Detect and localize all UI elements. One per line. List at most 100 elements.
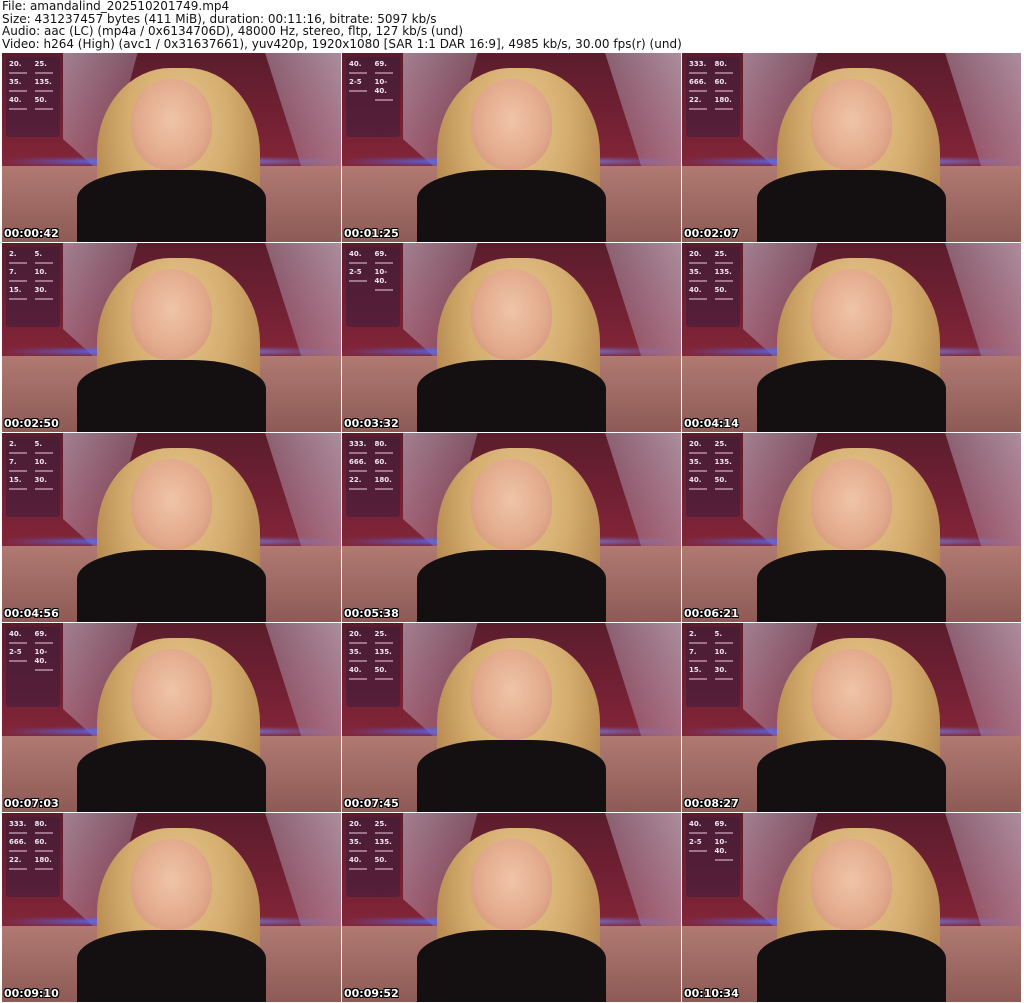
face — [130, 839, 213, 931]
tip-menu-overlay: 333. 80. 666. 60. 22. 180. — [686, 57, 740, 137]
video-frame-thumbnail: 2. 5. 7. 10. 15. 30. 00:08:27 — [682, 623, 1021, 812]
black-top — [416, 930, 607, 1002]
tip-menu-value: 40. — [9, 96, 32, 114]
video-frame-thumbnail: 20. 25. 35. 135. 40. 50. 00:09:52 — [342, 813, 681, 1002]
tip-menu-overlay: 40. 69. 2-5 10-40. — [346, 57, 400, 137]
tip-menu-value: 2-5 — [349, 268, 372, 286]
tip-menu-value: 10. — [715, 648, 738, 666]
tip-menu-value: 69. — [35, 630, 58, 648]
tip-menu-value: 60. — [375, 458, 398, 476]
tip-menu-value: 69. — [715, 820, 738, 838]
timestamp-label: 00:10:34 — [684, 987, 739, 1000]
timestamp-label: 00:00:42 — [4, 227, 59, 240]
tip-menu-value: 5. — [35, 250, 58, 268]
black-top — [416, 170, 607, 242]
tip-menu-value: 135. — [715, 268, 738, 286]
tip-menu-value: 35. — [349, 838, 372, 856]
tip-menu-overlay: 2. 5. 7. 10. 15. 30. — [6, 437, 60, 517]
file-name-line: File: amandalind_202510201749.mp4 — [2, 0, 230, 13]
tip-menu-value: 333. — [689, 60, 712, 78]
tip-menu-value: 15. — [689, 666, 712, 684]
tip-menu-overlay: 40. 69. 2-5 10-40. — [686, 817, 740, 897]
tip-menu-value: 80. — [35, 820, 58, 838]
tip-menu-value: 22. — [689, 96, 712, 114]
tip-menu-value: 2-5 — [9, 648, 32, 666]
face — [470, 839, 553, 931]
black-top — [756, 930, 947, 1002]
video-frame-thumbnail: 20. 25. 35. 135. 40. 50. 00:06:21 — [682, 433, 1021, 622]
tip-menu-value: 10-40. — [375, 78, 398, 96]
tip-menu-value: 69. — [375, 60, 398, 78]
tip-menu-value: 135. — [715, 458, 738, 476]
tip-menu-value: 7. — [689, 648, 712, 666]
black-top — [76, 550, 267, 622]
tip-menu-value: 180. — [715, 96, 738, 114]
tip-menu-value: 20. — [9, 60, 32, 78]
tip-menu-value: 25. — [35, 60, 58, 78]
face — [130, 79, 213, 171]
tip-menu-value: 15. — [9, 286, 32, 304]
tip-menu-value: 50. — [715, 476, 738, 494]
timestamp-label: 00:06:21 — [684, 607, 739, 620]
black-top — [416, 550, 607, 622]
tip-menu-overlay: 20. 25. 35. 135. 40. 50. — [686, 247, 740, 327]
timestamp-label: 00:02:50 — [4, 417, 59, 430]
tip-menu-value: 80. — [715, 60, 738, 78]
tip-menu-overlay: 40. 69. 2-5 10-40. — [346, 247, 400, 327]
tip-menu-value: 30. — [715, 666, 738, 684]
tip-menu-overlay: 20. 25. 35. 135. 40. 50. — [6, 57, 60, 137]
tip-menu-value: 25. — [375, 630, 398, 648]
tip-menu-overlay: 2. 5. 7. 10. 15. 30. — [686, 627, 740, 707]
tip-menu-overlay: 333. 80. 666. 60. 22. 180. — [346, 437, 400, 517]
tip-menu-overlay: 40. 69. 2-5 10-40. — [6, 627, 60, 707]
video-frame-thumbnail: 40. 69. 2-5 10-40. 00:01:25 — [342, 53, 681, 242]
video-frame-thumbnail: 20. 25. 35. 135. 40. 50. 00:07:45 — [342, 623, 681, 812]
tip-menu-value: 10-40. — [715, 838, 738, 856]
tip-menu-value: 2-5 — [689, 838, 712, 856]
tip-menu-value: 35. — [689, 268, 712, 286]
face — [810, 79, 893, 171]
black-top — [756, 740, 947, 812]
tip-menu-value: 2. — [689, 630, 712, 648]
tip-menu-value: 25. — [375, 820, 398, 838]
tip-menu-value: 15. — [9, 476, 32, 494]
tip-menu-value: 30. — [35, 286, 58, 304]
tip-menu-value: 40. — [349, 856, 372, 874]
tip-menu-value: 60. — [35, 838, 58, 856]
tip-menu-value: 40. — [9, 630, 32, 648]
tip-menu-value: 666. — [9, 838, 32, 856]
video-frame-thumbnail: 20. 25. 35. 135. 40. 50. 00:00:42 — [2, 53, 341, 242]
video-frame-thumbnail: 40. 69. 2-5 10-40. 00:03:32 — [342, 243, 681, 432]
face — [810, 839, 893, 931]
tip-menu-value: 180. — [375, 476, 398, 494]
tip-menu-value: 20. — [689, 250, 712, 268]
black-top — [76, 740, 267, 812]
video-frame-thumbnail: 2. 5. 7. 10. 15. 30. 00:02:50 — [2, 243, 341, 432]
tip-menu-value: 10. — [35, 458, 58, 476]
tip-menu-value: 5. — [715, 630, 738, 648]
tip-menu-value: 2-5 — [349, 78, 372, 96]
tip-menu-overlay: 2. 5. 7. 10. 15. 30. — [6, 247, 60, 327]
tip-menu-value: 50. — [35, 96, 58, 114]
video-frame-thumbnail: 40. 69. 2-5 10-40. 00:07:03 — [2, 623, 341, 812]
timestamp-label: 00:04:14 — [684, 417, 739, 430]
tip-menu-value: 22. — [349, 476, 372, 494]
timestamp-label: 00:04:56 — [4, 607, 59, 620]
tip-menu-overlay: 20. 25. 35. 135. 40. 50. — [686, 437, 740, 517]
tip-menu-value: 20. — [349, 820, 372, 838]
tip-menu-value: 50. — [375, 856, 398, 874]
video-frame-thumbnail: 20. 25. 35. 135. 40. 50. 00:04:14 — [682, 243, 1021, 432]
timestamp-label: 00:02:07 — [684, 227, 739, 240]
tip-menu-value: 60. — [715, 78, 738, 96]
black-top — [756, 170, 947, 242]
tip-menu-value: 666. — [689, 78, 712, 96]
audio-info-line: Audio: aac (LC) (mp4a / 0x6134706D), 480… — [2, 24, 464, 39]
face — [130, 459, 213, 551]
timestamp-label: 00:05:38 — [344, 607, 399, 620]
timestamp-label: 00:09:10 — [4, 987, 59, 1000]
video-frame-thumbnail: 333. 80. 666. 60. 22. 180. 00:02:07 — [682, 53, 1021, 242]
black-top — [756, 360, 947, 432]
tip-menu-value: 10-40. — [35, 648, 58, 666]
video-frame-thumbnail: 333. 80. 666. 60. 22. 180. 00:09:10 — [2, 813, 341, 1002]
tip-menu-value: 10. — [35, 268, 58, 286]
